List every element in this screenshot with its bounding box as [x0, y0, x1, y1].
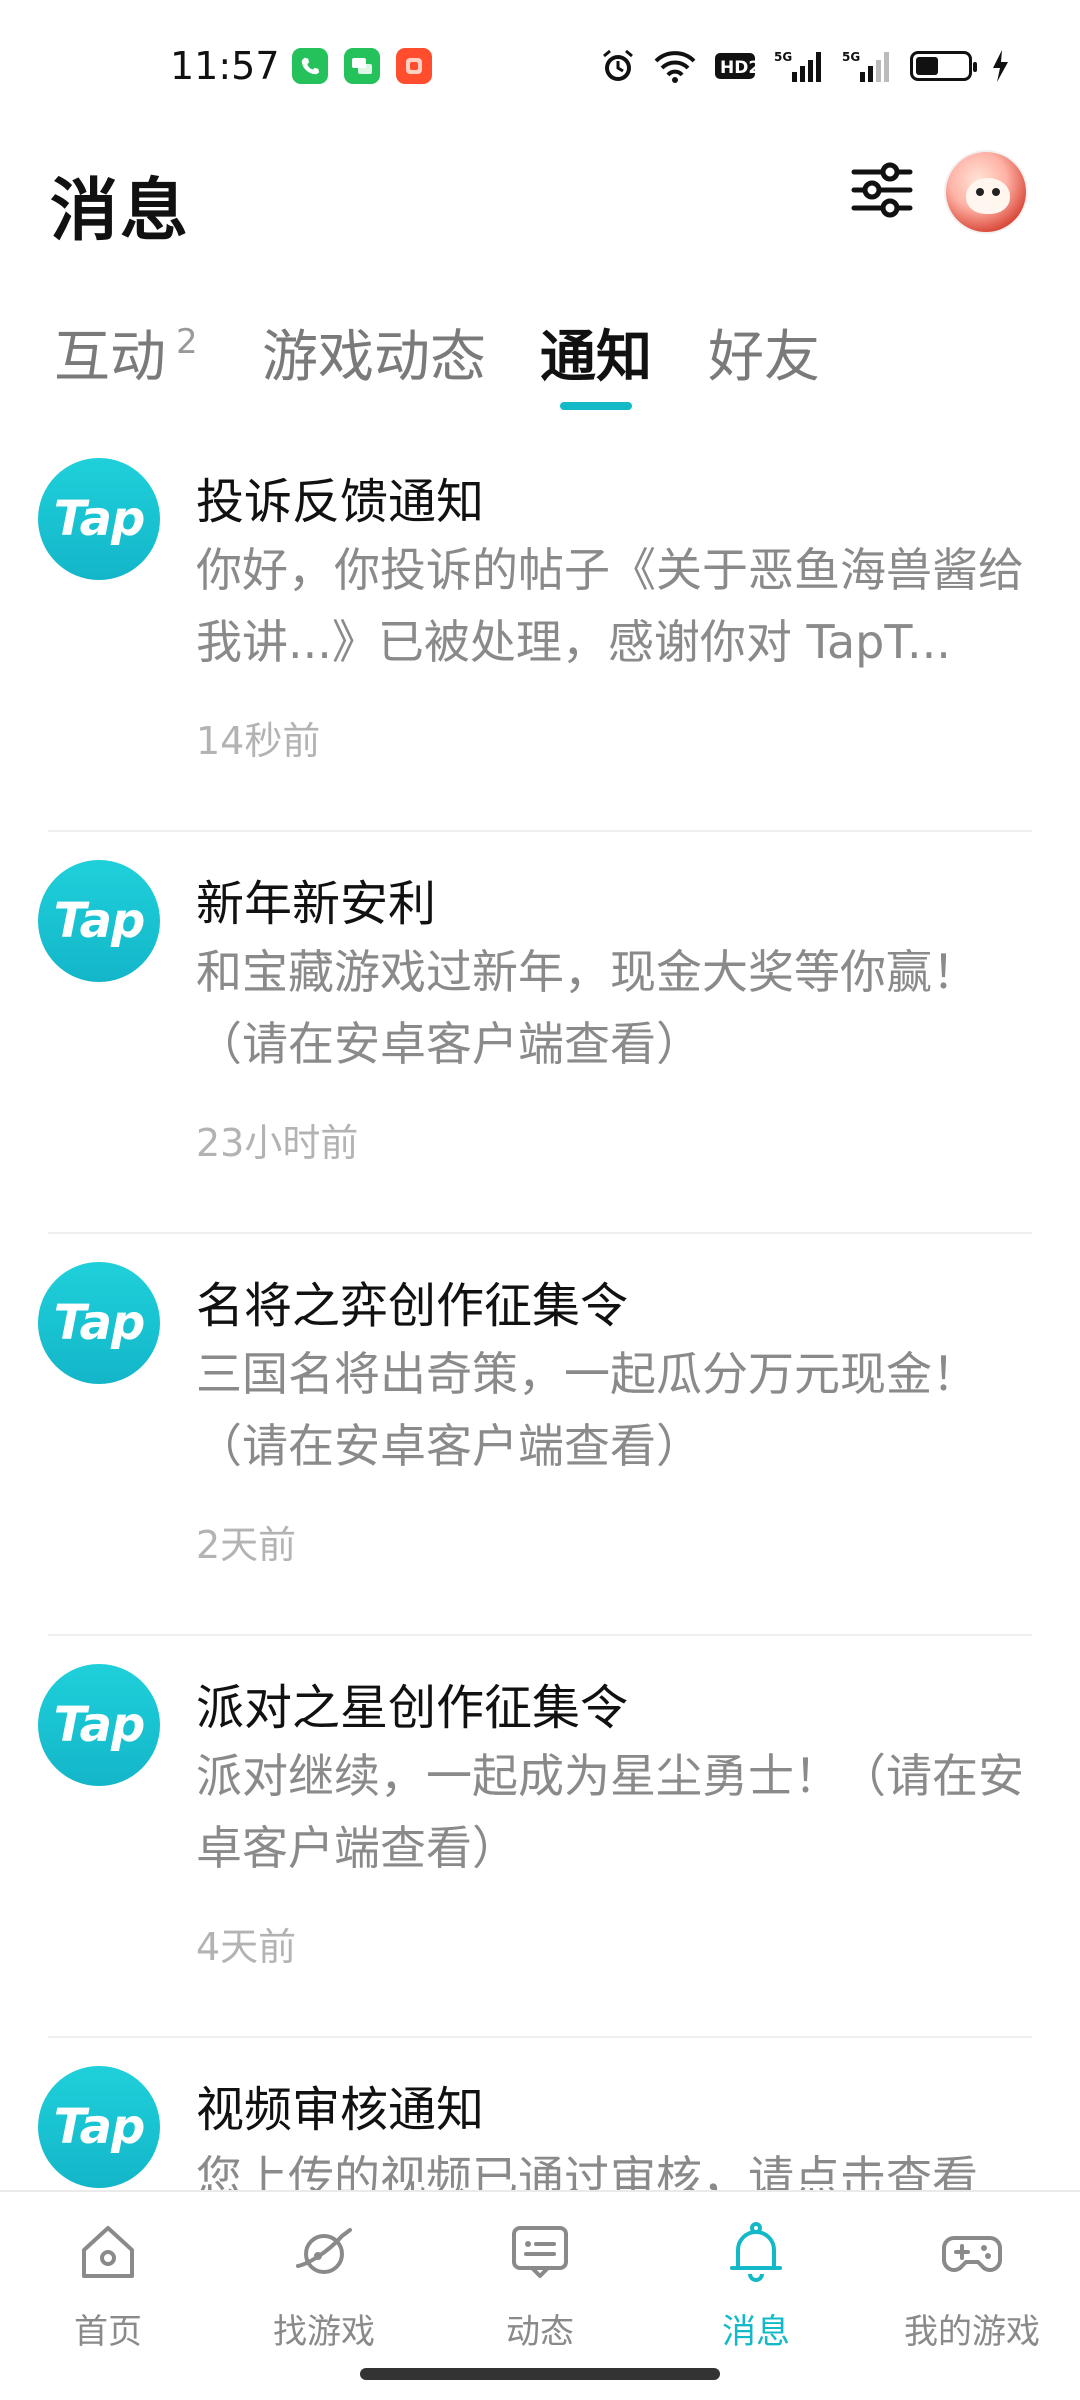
- planet-icon: [296, 2228, 352, 2274]
- taptap-logo-icon: Tap: [38, 1664, 160, 1786]
- header: 消息: [0, 140, 1080, 260]
- notification-item[interactable]: Tap 投诉反馈通知 你好，你投诉的帖子《关于恶鱼海兽酱给我讲...》已被处理，…: [0, 430, 1080, 832]
- notification-title: 派对之星创作征集令: [196, 1680, 629, 1736]
- notification-time: 14秒前: [196, 719, 321, 763]
- nav-label: 消息: [722, 2312, 790, 2352]
- home-icon: [82, 2226, 134, 2278]
- notification-item[interactable]: Tap 视频审核通知 您上传的视频已通过审核，请点击查看: [0, 2038, 1080, 2190]
- status-icons: HD2 5G 5G: [600, 46, 1010, 86]
- notification-time: 2天前: [196, 1523, 297, 1567]
- avatar[interactable]: [944, 150, 1028, 234]
- notification-item[interactable]: Tap 派对之星创作征集令 派对继续，一起成为星尘勇士！（请在安卓客户端查看） …: [0, 1636, 1080, 2038]
- battery-icon: [910, 46, 977, 86]
- alarm-icon: [600, 46, 636, 86]
- chat-app-icon: [344, 48, 380, 84]
- nav-label: 我的游戏: [904, 2312, 1040, 2352]
- active-tab-indicator: [560, 402, 632, 410]
- bell-icon: [730, 2222, 782, 2282]
- notification-title: 名将之弈创作征集令: [196, 1278, 629, 1334]
- notification-title: 投诉反馈通知: [196, 474, 485, 530]
- status-time: 11:57: [170, 44, 280, 88]
- taptap-logo-icon: Tap: [38, 860, 160, 982]
- notification-time: 4天前: [196, 1925, 297, 1969]
- nav-find-games[interactable]: 找游戏: [244, 2220, 404, 2352]
- sliders-icon: [851, 162, 913, 218]
- taptap-logo-icon: Tap: [38, 458, 160, 580]
- home-indicator[interactable]: [360, 2368, 720, 2380]
- nav-label: 找游戏: [273, 2312, 375, 2352]
- tab-notifications[interactable]: 通知: [540, 312, 652, 393]
- gamepad-icon: [942, 2236, 1002, 2272]
- phone-app-icon: [292, 48, 328, 84]
- notification-list: Tap 投诉反馈通知 你好，你投诉的帖子《关于恶鱼海兽酱给我讲...》已被处理，…: [0, 430, 1080, 2190]
- taptap-logo-icon: Tap: [38, 1262, 160, 1384]
- svg-text:5G: 5G: [774, 50, 792, 64]
- notification-body: 三国名将出奇策，一起瓜分万元现金！（请在安卓客户端查看）: [196, 1347, 978, 1473]
- taptap-logo-icon: Tap: [38, 2066, 160, 2188]
- nav-home[interactable]: 首页: [28, 2220, 188, 2352]
- svg-text:HD2: HD2: [720, 58, 756, 78]
- tab-interaction[interactable]: 互动: [54, 312, 166, 393]
- notification-item[interactable]: Tap 名将之弈创作征集令 三国名将出奇策，一起瓜分万元现金！（请在安卓客户端查…: [0, 1234, 1080, 1636]
- tab-friends[interactable]: 好友: [708, 312, 820, 393]
- tab-game-updates[interactable]: 游戏动态: [262, 312, 486, 393]
- notification-title: 视频审核通知: [196, 2082, 485, 2138]
- notification-body: 你好，你投诉的帖子《关于恶鱼海兽酱给我讲...》已被处理，感谢你对 TapT..…: [196, 543, 1024, 669]
- hd-icon: HD2: [714, 46, 756, 86]
- notification-body: 您上传的视频已通过审核，请点击查看: [196, 2151, 978, 2190]
- page-title: 消息: [50, 172, 191, 251]
- notification-title: 新年新安利: [196, 876, 437, 932]
- message-tabs: 互动 2 游戏动态 通知 好友: [0, 300, 1080, 420]
- taobao-app-icon: [396, 48, 432, 84]
- notification-time: 23小时前: [196, 1121, 359, 1165]
- nav-label: 首页: [74, 2312, 142, 2352]
- nav-messages[interactable]: 消息: [676, 2220, 836, 2352]
- tab-interaction-badge: 2: [176, 322, 198, 362]
- feed-icon: [512, 2226, 568, 2278]
- charging-icon: [990, 46, 1010, 86]
- wifi-icon: [654, 46, 696, 86]
- signal-5g-icon: 5G: [774, 46, 824, 86]
- nav-feed[interactable]: 动态: [460, 2220, 620, 2352]
- notification-body: 派对继续，一起成为星尘勇士！（请在安卓客户端查看）: [196, 1749, 1024, 1875]
- svg-text:5G: 5G: [842, 50, 860, 64]
- signal-5g-icon: 5G: [842, 46, 892, 86]
- notification-body: 和宝藏游戏过新年，现金大奖等你赢！（请在安卓客户端查看）: [196, 945, 978, 1071]
- status-bar: 11:57 HD2 5G 5G: [0, 0, 1080, 140]
- nav-label: 动态: [506, 2312, 574, 2352]
- filter-settings-button[interactable]: [850, 158, 914, 222]
- notification-item[interactable]: Tap 新年新安利 和宝藏游戏过新年，现金大奖等你赢！（请在安卓客户端查看） 2…: [0, 832, 1080, 1234]
- nav-my-games[interactable]: 我的游戏: [892, 2220, 1052, 2352]
